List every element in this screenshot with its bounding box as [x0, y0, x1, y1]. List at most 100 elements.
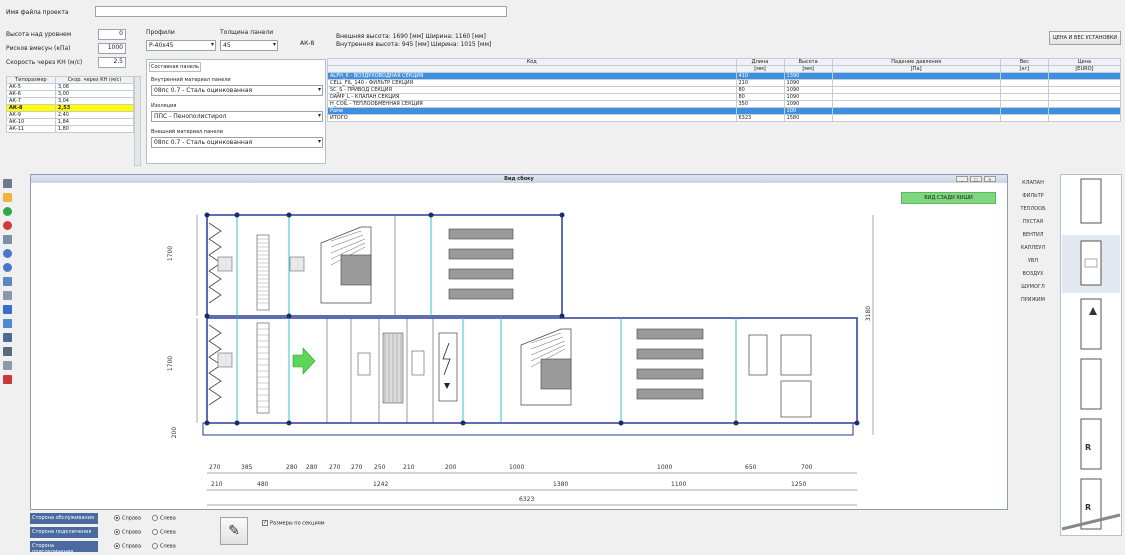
preview-section[interactable] — [1080, 240, 1102, 286]
zoom-out-icon[interactable] — [3, 263, 12, 272]
radio-label: Справа — [122, 515, 142, 522]
insulation-select[interactable]: ППС - Пенополистирол ▾ — [151, 111, 323, 122]
length-col-header[interactable]: Длина — [735, 58, 785, 66]
table-row[interactable]: SC_S - ПРИВОД СЕКЦИЯ 80 1090 — [327, 86, 1122, 94]
filter-icon[interactable] — [3, 235, 12, 244]
minimize-icon[interactable]: _ — [956, 176, 968, 182]
table-row-total[interactable]: ИТОГО 6323 1580 — [327, 114, 1122, 122]
weight-col-header[interactable]: Вес — [999, 58, 1049, 66]
add-icon[interactable] — [3, 207, 12, 216]
delete-icon[interactable] — [3, 221, 12, 230]
preview-section[interactable] — [1080, 298, 1102, 350]
dim-total-label: 6323 — [519, 496, 535, 503]
folder-icon[interactable] — [3, 193, 12, 202]
tab-composite-panel[interactable]: Составная панель — [149, 62, 201, 72]
maximize-icon[interactable]: □ — [969, 176, 982, 182]
attach-side-left[interactable]: Слева — [152, 543, 176, 550]
zoom-in-icon[interactable] — [3, 249, 12, 258]
code-cell: Рама — [327, 107, 737, 115]
fit-icon[interactable] — [3, 277, 12, 286]
altitude-label: Высота над уровнем — [6, 31, 72, 38]
table-row-selected[interactable]: ALPH_K - ВОЗДУХОВОДНАЯ СЕКЦИЯ 410 1390 — [327, 72, 1122, 80]
outer-material-select[interactable]: 08пс 0.7 - Сталь оцинкованная ▾ — [151, 137, 323, 148]
height-dim-lower: 1700 — [167, 355, 175, 372]
export-icon[interactable] — [3, 375, 12, 384]
size-col-header[interactable]: Типоразмер — [6, 76, 56, 84]
coil-icon — [448, 248, 514, 260]
refresh-icon[interactable] — [3, 305, 12, 314]
connection-side-right[interactable]: Справа — [114, 529, 141, 536]
print-icon[interactable] — [3, 347, 12, 356]
altitude-input[interactable]: 0 — [98, 29, 126, 40]
size-table-scrollbar[interactable] — [134, 76, 141, 166]
service-side-right[interactable]: Справа — [114, 515, 141, 522]
table-row-frame[interactable]: Рама 100 — [327, 107, 1122, 115]
height-col-header[interactable]: Высота — [783, 58, 833, 66]
height-cell: 1090 — [783, 93, 833, 101]
component-damper[interactable]: КЛАПАН — [1010, 180, 1056, 186]
table-row[interactable]: АК-5 3,08 — [6, 83, 135, 91]
code-col-header[interactable]: Код — [327, 58, 737, 66]
component-filter[interactable]: ФИЛЬТР — [1010, 193, 1056, 199]
cursor-icon[interactable] — [3, 179, 12, 188]
velocity-cell: 1,80 — [54, 125, 135, 133]
parts-table-units: [мм] [мм] [Па] [кг] [EURO] — [327, 65, 1122, 73]
velocity-input[interactable]: 2.5 — [98, 57, 126, 68]
component-silencer[interactable]: ШУМОГЛ — [1010, 284, 1056, 290]
component-droplet[interactable]: КАПЛЕУЛ — [1010, 245, 1056, 251]
price-cell — [1047, 114, 1122, 122]
attach-side-right[interactable]: Справа — [114, 543, 141, 550]
length-cell: 210 — [735, 79, 785, 87]
table-row[interactable]: DAMP_L - КЛАПАН СЕКЦИЯ 80 1090 — [327, 93, 1122, 101]
close-icon[interactable]: × — [983, 176, 996, 182]
copy-icon[interactable] — [3, 319, 12, 328]
coil-icon — [636, 388, 704, 400]
table-row[interactable]: АК-9 2,40 — [6, 111, 135, 119]
pressure-cell — [831, 114, 1001, 122]
code-cell: ИТОГО — [327, 114, 737, 122]
pressure-drop-col-header[interactable]: Падение давления — [831, 58, 1001, 66]
price-weight-button[interactable]: ЦЕНА И ВЕС УСТАНОВКИ — [1049, 31, 1121, 45]
table-row[interactable]: АК-7 3,04 — [6, 97, 135, 105]
component-clamp[interactable]: ПРИЖИМ — [1010, 297, 1056, 303]
preview-section[interactable] — [1080, 178, 1102, 224]
table-row[interactable]: АК-6 3,00 — [6, 90, 135, 98]
table-row-selected[interactable]: АК-8 2,53 — [6, 104, 135, 112]
service-side-left[interactable]: Слева — [152, 515, 176, 522]
price-col-header[interactable]: Цена — [1047, 58, 1122, 66]
radio-icon — [114, 515, 120, 521]
velocity-cell: 2,53 — [54, 104, 135, 112]
section-dimensions-checkbox[interactable]: ✓ Размеры по секциям — [262, 520, 325, 527]
panel-thickness-select[interactable]: 45 ▾ — [220, 40, 278, 51]
component-heat-exchanger[interactable]: ТЕПЛООБ — [1010, 206, 1056, 212]
edit-pencil-button[interactable]: ✎ — [220, 517, 248, 545]
component-empty[interactable]: ПУСТАЯ — [1010, 219, 1056, 225]
unit-cell: [мм] — [735, 65, 785, 73]
preview-section[interactable] — [1080, 358, 1102, 410]
inner-material-select[interactable]: 08пс 0.7 - Сталь оцинкованная ▾ — [151, 85, 323, 96]
table-row[interactable]: АК-11 1,80 — [6, 125, 135, 133]
component-air[interactable]: ВОЗДУХ — [1010, 271, 1056, 277]
save-icon[interactable] — [3, 333, 12, 342]
profile-value: P-40x45 — [149, 42, 174, 49]
pressure-input[interactable]: 1000 — [98, 43, 126, 54]
table-row[interactable]: CELL_FIL_140 - ФИЛЬТР СЕКЦИЯ 210 1090 — [327, 79, 1122, 87]
profile-select[interactable]: P-40x45 ▾ — [146, 40, 216, 51]
dim-label: 385 — [241, 464, 253, 471]
section-previews: R R — [1061, 178, 1121, 531]
project-file-input[interactable] — [95, 6, 507, 17]
table-row[interactable]: H_COIL - ТЕПЛООБМЕННАЯ СЕКЦИЯ 350 1090 — [327, 100, 1122, 108]
service-side-label: Сторона обслуживания — [30, 513, 98, 524]
table-row[interactable]: АК-10 1,84 — [6, 118, 135, 126]
component-humidifier[interactable]: УВЛ — [1010, 258, 1056, 264]
dim-label: 270 — [329, 464, 341, 471]
airflow-arrow-icon — [292, 347, 316, 375]
velocity-col-header[interactable]: Скор. через КН (м/с) — [54, 76, 135, 84]
price-cell — [1047, 86, 1122, 94]
base-frame[interactable] — [202, 422, 854, 436]
connection-side-left[interactable]: Слева — [152, 529, 176, 536]
link-icon[interactable] — [3, 291, 12, 300]
coil-icon — [636, 328, 704, 340]
component-fan[interactable]: ВЕНТИЛ — [1010, 232, 1056, 238]
settings-icon[interactable] — [3, 361, 12, 370]
